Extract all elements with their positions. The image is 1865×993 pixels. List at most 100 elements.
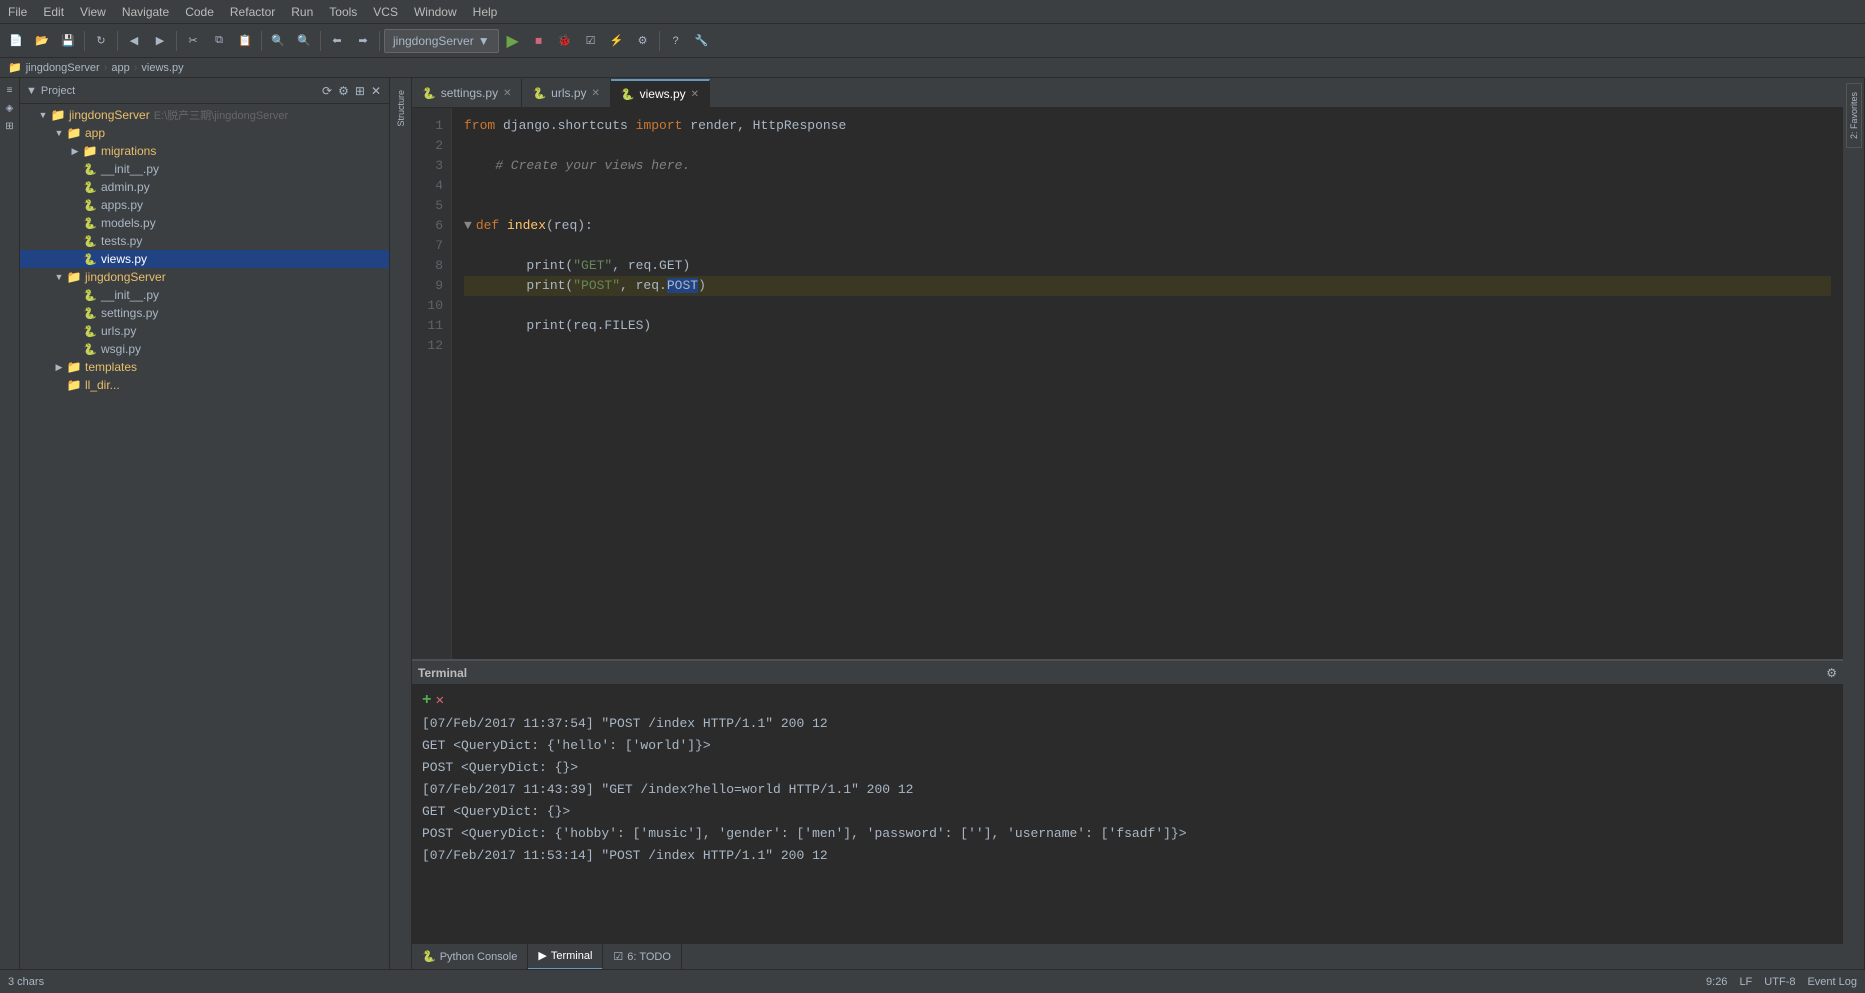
folder-icon-templates: 📁 bbox=[66, 359, 82, 375]
paste-btn[interactable]: 📋 bbox=[233, 29, 257, 53]
breadcrumb-file[interactable]: views.py bbox=[141, 62, 183, 74]
menu-window[interactable]: Window bbox=[406, 3, 465, 21]
tree-item-more[interactable]: 📁 ll_dir... bbox=[20, 376, 389, 394]
breadcrumb-root[interactable]: jingdongServer bbox=[26, 62, 100, 74]
tree-item-models[interactable]: 🐍 models.py bbox=[20, 214, 389, 232]
menu-tools[interactable]: Tools bbox=[321, 3, 365, 21]
terminal-close-btn[interactable]: ✕ bbox=[436, 692, 444, 709]
help-btn[interactable]: ? bbox=[664, 29, 688, 53]
panel-gear-btn[interactable]: ⚙ bbox=[336, 84, 351, 98]
nav-back-btn[interactable]: ⬅ bbox=[325, 29, 349, 53]
tree-item-urls[interactable]: 🐍 urls.py bbox=[20, 322, 389, 340]
stop-btn[interactable]: ⏹ bbox=[527, 29, 551, 53]
terminal-line-4: [07/Feb/2017 11:43:39] "GET /index?hello… bbox=[422, 779, 1833, 801]
tree-label-urls: urls.py bbox=[101, 324, 136, 338]
tree-item-settings[interactable]: 🐍 settings.py bbox=[20, 304, 389, 322]
tree-item-init-app[interactable]: 🐍 __init__.py bbox=[20, 160, 389, 178]
tree-label-migrations: migrations bbox=[101, 144, 156, 158]
menu-run[interactable]: Run bbox=[283, 3, 321, 21]
search-minus-btn[interactable]: 🔍 bbox=[266, 29, 290, 53]
menu-vcs[interactable]: VCS bbox=[365, 3, 406, 21]
panel-close-btn[interactable]: ✕ bbox=[369, 84, 383, 98]
tree-item-jds[interactable]: ▼ 📁 jingdongServer bbox=[20, 268, 389, 286]
status-event-log[interactable]: Event Log bbox=[1807, 976, 1857, 988]
tree-item-app[interactable]: ▼ 📁 app bbox=[20, 124, 389, 142]
save-btn[interactable]: 💾 bbox=[56, 29, 80, 53]
menu-edit[interactable]: Edit bbox=[35, 3, 72, 21]
folder-icon-migrations: 📁 bbox=[82, 143, 98, 159]
tree-item-root[interactable]: ▼ 📁 jingdongServer E:\脱产三期\jingdongServe… bbox=[20, 106, 389, 124]
tree-label-init-jds: __init__.py bbox=[101, 288, 159, 302]
nav-forward-btn[interactable]: ➡ bbox=[351, 29, 375, 53]
py-icon-models: 🐍 bbox=[82, 215, 98, 231]
tree-item-templates[interactable]: ▶ 📁 templates bbox=[20, 358, 389, 376]
code-line-5 bbox=[464, 196, 1831, 216]
open-btn[interactable]: 📂 bbox=[30, 29, 54, 53]
panel-sync-btn[interactable]: ⟳ bbox=[320, 84, 334, 98]
tree-item-wsgi[interactable]: 🐍 wsgi.py bbox=[20, 340, 389, 358]
breadcrumb-app[interactable]: app bbox=[111, 62, 129, 74]
tree-arrow-migrations: ▶ bbox=[68, 146, 82, 157]
bottom-tab-python-console[interactable]: 🐍 Python Console bbox=[412, 944, 528, 970]
editor-area: 🐍 settings.py ✕ 🐍 urls.py ✕ 🐍 views.py ✕ bbox=[412, 78, 1843, 659]
back-btn[interactable]: ◀ bbox=[122, 29, 146, 53]
left-strip-btn-2[interactable]: ◈ bbox=[2, 100, 18, 116]
tab-close-urls[interactable]: ✕ bbox=[592, 88, 600, 99]
run-config-dropdown[interactable]: jingdongServer ▼ bbox=[384, 29, 499, 53]
code-line-8: print("GET", req.GET) bbox=[464, 256, 1831, 276]
tab-close-settings[interactable]: ✕ bbox=[503, 88, 511, 99]
favorites-item-2[interactable]: 2: Favorites bbox=[1846, 83, 1862, 148]
line-num-5: 5 bbox=[412, 196, 451, 216]
profile-btn[interactable]: ⚡ bbox=[605, 29, 629, 53]
code-line-1: from django.shortcuts import render, Htt… bbox=[464, 116, 1831, 136]
tree-item-tests[interactable]: 🐍 tests.py bbox=[20, 232, 389, 250]
bottom-tab-terminal[interactable]: ▶ Terminal bbox=[528, 944, 603, 970]
tree-item-views[interactable]: 🐍 views.py bbox=[20, 250, 389, 268]
code-line-10 bbox=[464, 296, 1831, 316]
terminal-content[interactable]: + ✕ [07/Feb/2017 11:37:54] "POST /index … bbox=[412, 685, 1843, 943]
forward-btn[interactable]: ▶ bbox=[148, 29, 172, 53]
tree-item-apps[interactable]: 🐍 apps.py bbox=[20, 196, 389, 214]
sync-btn[interactable]: ↻ bbox=[89, 29, 113, 53]
tree-label-init-app: __init__.py bbox=[101, 162, 159, 176]
build-btn[interactable]: ⚙ bbox=[631, 29, 655, 53]
tree-item-migrations[interactable]: ▶ 📁 migrations bbox=[20, 142, 389, 160]
panel-expand-btn[interactable]: ⊞ bbox=[353, 84, 367, 98]
debug-btn[interactable]: 🐞 bbox=[553, 29, 577, 53]
terminal-add-btn[interactable]: + bbox=[422, 691, 432, 709]
settings-btn[interactable]: 🔧 bbox=[690, 29, 714, 53]
tab-close-views[interactable]: ✕ bbox=[691, 89, 699, 100]
cut-btn[interactable]: ✂ bbox=[181, 29, 205, 53]
code-editor[interactable]: 1 2 3 4 5 6 7 8 9 10 11 12 from django.s… bbox=[412, 108, 1843, 659]
terminal-line-3: POST <QueryDict: {}> bbox=[422, 757, 1833, 779]
menu-refactor[interactable]: Refactor bbox=[222, 3, 283, 21]
terminal-settings-btn[interactable]: ⚙ bbox=[1826, 666, 1837, 680]
tree-item-init-jds[interactable]: 🐍 __init__.py bbox=[20, 286, 389, 304]
code-content[interactable]: from django.shortcuts import render, Htt… bbox=[452, 108, 1843, 659]
line-num-10: 10 bbox=[412, 296, 451, 316]
tree-item-admin[interactable]: 🐍 admin.py bbox=[20, 178, 389, 196]
menu-help[interactable]: Help bbox=[465, 3, 506, 21]
menu-code[interactable]: Code bbox=[177, 3, 222, 21]
py-icon-init-app: 🐍 bbox=[82, 161, 98, 177]
menu-view[interactable]: View bbox=[72, 3, 114, 21]
tab-views[interactable]: 🐍 views.py ✕ bbox=[611, 79, 710, 107]
tab-settings[interactable]: 🐍 settings.py ✕ bbox=[412, 79, 522, 107]
bottom-tab-todo[interactable]: ☑ 6: TODO bbox=[603, 944, 681, 970]
separator-6 bbox=[379, 31, 380, 51]
search-plus-btn[interactable]: 🔍 bbox=[292, 29, 316, 53]
left-strip-btn-1[interactable]: ≡ bbox=[2, 82, 18, 98]
coverage-btn[interactable]: ☑ bbox=[579, 29, 603, 53]
new-file-btn[interactable]: 📄 bbox=[4, 29, 28, 53]
panel-header: ▼ Project ⟳ ⚙ ⊞ ✕ bbox=[20, 78, 389, 104]
left-strip-btn-3[interactable]: ⊞ bbox=[2, 118, 18, 134]
copy-btn[interactable]: ⧉ bbox=[207, 29, 231, 53]
bottom-tab-label-todo: 6: TODO bbox=[627, 951, 671, 963]
menu-file[interactable]: File bbox=[0, 3, 35, 21]
bottom-tabs: 🐍 Python Console ▶ Terminal ☑ 6: TODO bbox=[412, 943, 1843, 969]
tab-urls[interactable]: 🐍 urls.py ✕ bbox=[522, 79, 610, 107]
tree-label-models: models.py bbox=[101, 216, 156, 230]
menu-navigate[interactable]: Navigate bbox=[114, 3, 177, 21]
structure-item-structure[interactable]: Structure bbox=[394, 82, 408, 135]
run-btn[interactable]: ▶ bbox=[501, 29, 525, 53]
